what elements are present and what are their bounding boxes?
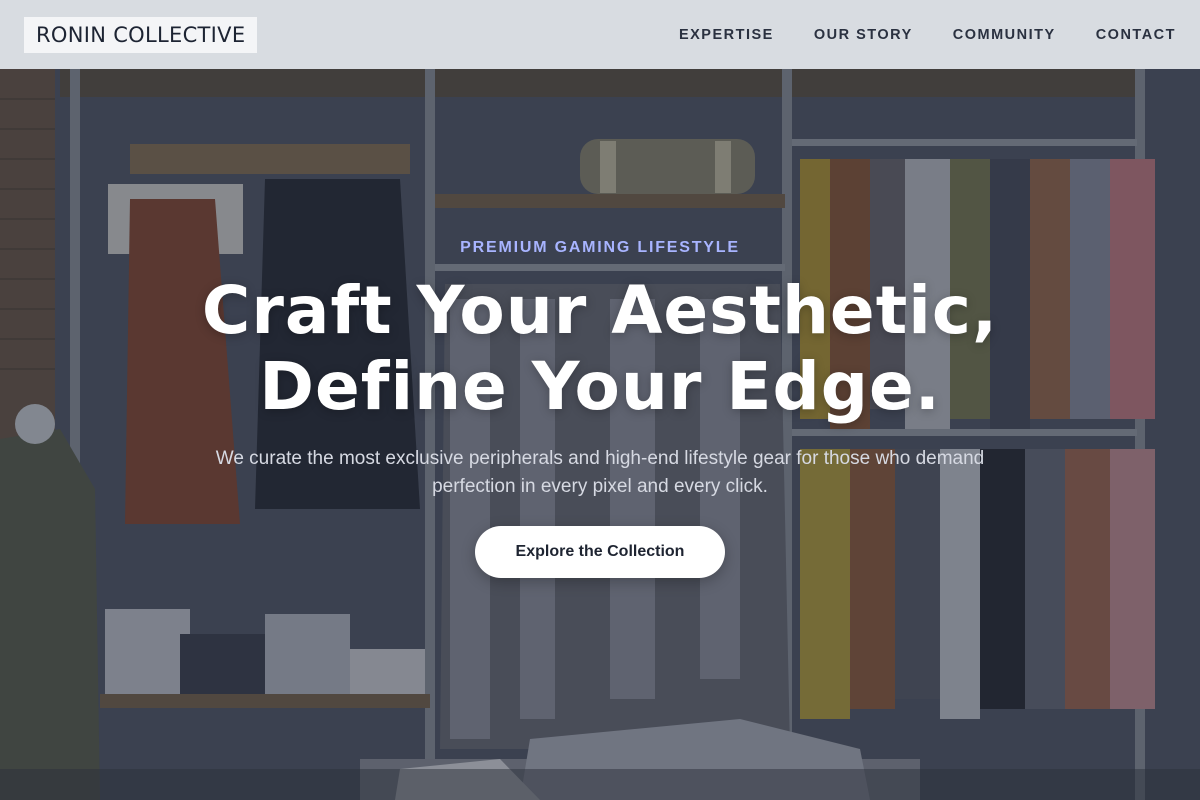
hero-eyebrow: PREMIUM GAMING LIFESTYLE	[460, 239, 740, 256]
nav-item-expertise[interactable]: EXPERTISE	[679, 27, 774, 43]
hero-section: PREMIUM GAMING LIFESTYLE Craft Your Aest…	[0, 69, 1200, 800]
hero-content: PREMIUM GAMING LIFESTYLE Craft Your Aest…	[0, 69, 1200, 800]
nav-item-contact[interactable]: CONTACT	[1096, 27, 1176, 43]
brand-logo[interactable]: RONIN COLLECTIVE	[24, 16, 258, 53]
hero-headline: Craft Your Aesthetic, Define Your Edge.	[0, 273, 1200, 425]
site-header: RONIN COLLECTIVE EXPERTISE OUR STORY COM…	[0, 0, 1200, 69]
main-nav: EXPERTISE OUR STORY COMMUNITY CONTACT	[679, 27, 1176, 43]
nav-item-our-story[interactable]: OUR STORY	[814, 27, 913, 43]
nav-item-community[interactable]: COMMUNITY	[953, 27, 1056, 43]
hero-subcopy: We curate the most exclusive peripherals…	[215, 448, 985, 497]
hero-headline-line-1: Craft Your Aesthetic,	[201, 272, 999, 349]
explore-collection-button[interactable]: Explore the Collection	[475, 526, 725, 578]
hero-headline-line-2: Define Your Edge.	[259, 348, 941, 425]
